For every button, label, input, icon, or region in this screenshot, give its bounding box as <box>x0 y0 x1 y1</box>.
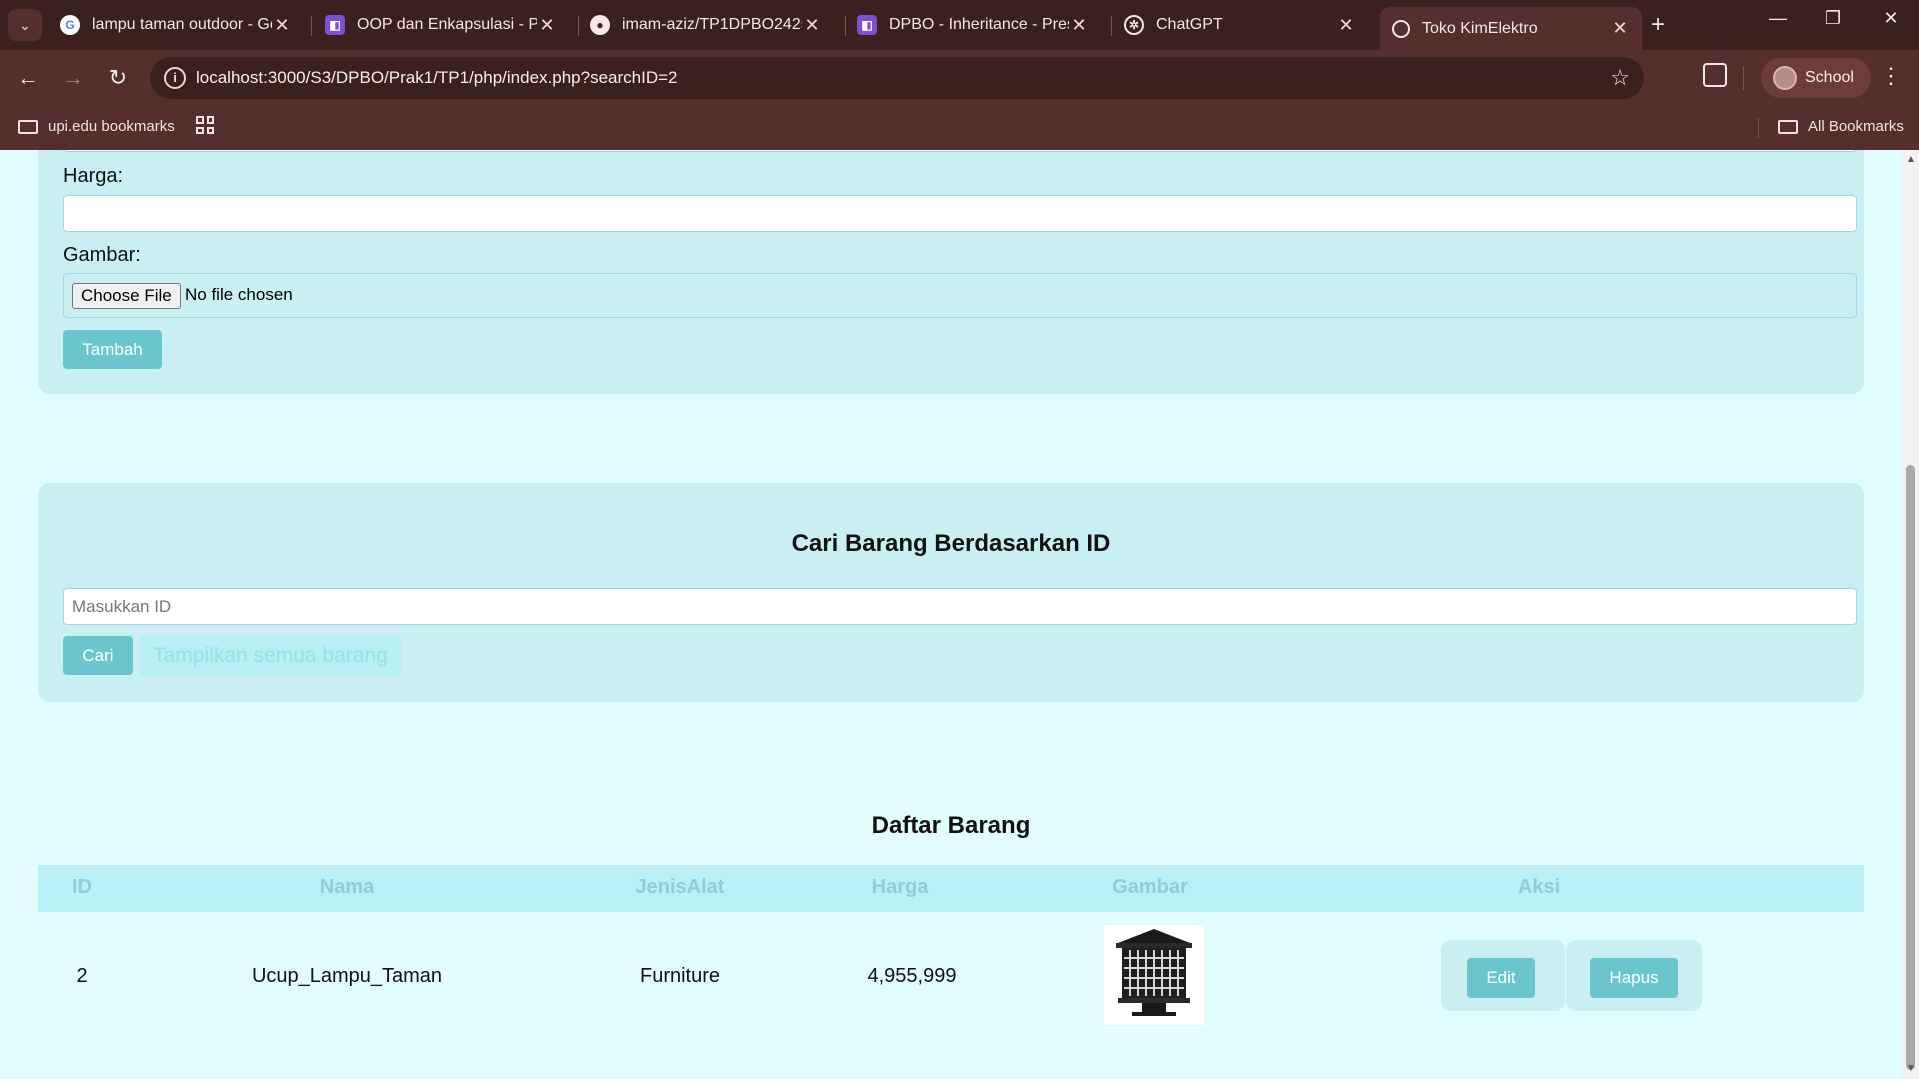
chatgpt-icon: ✲ <box>1124 15 1144 35</box>
tab-title: lampu taman outdoor - Go <box>92 16 272 33</box>
bookmarks-divider <box>1758 118 1759 138</box>
bookmark-star-icon[interactable]: ☆ <box>1610 65 1630 91</box>
table-header: ID Nama JenisAlat Harga Gambar Aksi <box>38 865 1864 912</box>
profile-label: School <box>1805 69 1854 86</box>
scroll-up-icon[interactable]: ▲ <box>1906 154 1916 165</box>
tab-google[interactable]: G lampu taman outdoor - Go ✕ <box>48 7 304 43</box>
cell-nama: Ucup_Lampu_Taman <box>251 965 443 987</box>
profile-button[interactable]: School <box>1761 58 1871 98</box>
tab-strip: ⌄ G lampu taman outdoor - Go ✕ ◧ OOP dan… <box>0 0 1919 50</box>
edit-button[interactable]: Edit <box>1467 958 1535 998</box>
cell-id: 2 <box>76 965 88 987</box>
harga-input[interactable] <box>63 195 1857 232</box>
tab-title: Toko KimElektro <box>1422 19 1538 37</box>
tab-chatgpt[interactable]: ✲ ChatGPT ✕ <box>1112 7 1368 43</box>
add-item-card <box>38 150 1864 394</box>
close-icon[interactable]: ✕ <box>1069 15 1089 36</box>
close-icon[interactable]: ✕ <box>272 15 292 36</box>
scroll-thumb[interactable] <box>1906 465 1915 1070</box>
choose-file-button[interactable]: Choose File <box>72 283 181 309</box>
minimize-icon[interactable]: — <box>1758 8 1798 29</box>
avatar <box>1773 66 1797 90</box>
bookmark-upi[interactable]: upi.edu bookmarks <box>18 118 175 135</box>
menu-icon[interactable]: ⋮ <box>1880 64 1902 88</box>
garden-lamp-graphic <box>1116 929 1192 1016</box>
slides-icon: ◧ <box>857 15 877 35</box>
tab-title: DPBO - Inheritance - Prese <box>889 16 1069 33</box>
close-icon[interactable]: ✕ <box>537 15 557 36</box>
restore-icon[interactable]: ❐ <box>1813 8 1853 29</box>
google-icon: G <box>60 15 80 35</box>
list-heading: Daftar Barang <box>871 812 1031 839</box>
harga-label: Harga: <box>63 165 124 187</box>
tab-toko-kimelektro[interactable]: Toko KimElektro ✕ <box>1380 7 1642 50</box>
tab-title: imam-aziz/TP1DPBO2425C <box>622 16 802 33</box>
cari-button[interactable]: Cari <box>63 636 133 675</box>
tambah-button[interactable]: Tambah <box>63 330 162 369</box>
extensions-icon[interactable] <box>1703 63 1727 87</box>
bookmarks-bar: upi.edu bookmarks All Bookmarks <box>0 106 1919 150</box>
site-info-icon[interactable]: i <box>164 67 186 89</box>
show-all-button[interactable]: Tampilkan semua barang <box>140 635 401 676</box>
apps-grid-icon[interactable] <box>196 116 214 134</box>
column-header: Harga <box>871 876 929 898</box>
bookmark-label: All Bookmarks <box>1808 118 1904 135</box>
tab-github[interactable]: ● imam-aziz/TP1DPBO2425C ✕ <box>578 7 834 43</box>
page-viewport: Harga: Gambar: Choose File No file chose… <box>0 150 1902 1079</box>
all-bookmarks[interactable]: All Bookmarks <box>1778 118 1904 135</box>
cell-harga: 4,955,999 <box>867 965 957 987</box>
tab-search-button[interactable]: ⌄ <box>8 9 42 41</box>
new-tab-button[interactable]: + <box>1651 11 1665 39</box>
no-file-text: No file chosen <box>185 285 293 304</box>
tab-inheritance[interactable]: ◧ DPBO - Inheritance - Prese ✕ <box>845 7 1101 43</box>
bookmark-label: upi.edu bookmarks <box>48 118 175 135</box>
browser-toolbar: ← → ↻ i localhost:3000/S3/DPBO/Prak1/TP1… <box>0 50 1919 106</box>
search-placeholder: Masukkan ID <box>72 597 172 616</box>
page-content: Harga: Gambar: Choose File No file chose… <box>0 150 1902 1079</box>
column-header: ID <box>72 876 92 898</box>
close-icon[interactable]: ✕ <box>1610 18 1630 39</box>
github-icon: ● <box>590 15 610 35</box>
close-icon[interactable]: ✕ <box>802 15 822 36</box>
forward-icon[interactable]: → <box>58 64 88 92</box>
gambar-label: Gambar: <box>63 244 141 266</box>
folder-icon <box>18 119 38 134</box>
previous-field[interactable] <box>63 150 1857 152</box>
scroll-down-icon[interactable]: ▼ <box>1906 1063 1916 1074</box>
cell-jenis: Furniture <box>639 965 721 987</box>
column-header: JenisAlat <box>635 876 725 898</box>
url-text[interactable]: localhost:3000/S3/DPBO/Prak1/TP1/php/ind… <box>196 68 678 88</box>
tab-oop[interactable]: ◧ OOP dan Enkapsulasi - Pre ✕ <box>313 7 569 43</box>
page-scrollbar[interactable]: ▲ ▼ <box>1902 150 1919 1079</box>
close-icon[interactable]: ✕ <box>1336 15 1356 36</box>
search-heading: Cari Barang Berdasarkan ID <box>791 530 1111 557</box>
tab-divider <box>311 16 312 36</box>
gambar-file-input[interactable]: Choose File No file chosen <box>63 273 1857 318</box>
column-header: Nama <box>319 876 375 898</box>
globe-icon <box>1392 19 1410 38</box>
column-header: Aksi <box>1517 876 1561 898</box>
column-header: Gambar <box>1112 876 1188 898</box>
back-icon[interactable]: ← <box>13 64 43 92</box>
address-bar[interactable]: i localhost:3000/S3/DPBO/Prak1/TP1/php/i… <box>150 57 1644 99</box>
close-window-icon[interactable]: ✕ <box>1871 8 1911 29</box>
tab-title: ChatGPT <box>1156 16 1223 33</box>
reload-icon[interactable]: ↻ <box>103 64 133 92</box>
slides-icon: ◧ <box>325 15 345 35</box>
hapus-button[interactable]: Hapus <box>1590 958 1678 998</box>
toolbar-divider <box>1743 66 1744 90</box>
search-id-input[interactable]: Masukkan ID <box>63 588 1857 625</box>
folder-icon <box>1778 119 1798 134</box>
garden-lamp-image <box>1104 925 1204 1025</box>
tab-title: OOP dan Enkapsulasi - Pre <box>357 16 537 33</box>
browser-chrome: ⌄ G lampu taman outdoor - Go ✕ ◧ OOP dan… <box>0 0 1919 150</box>
